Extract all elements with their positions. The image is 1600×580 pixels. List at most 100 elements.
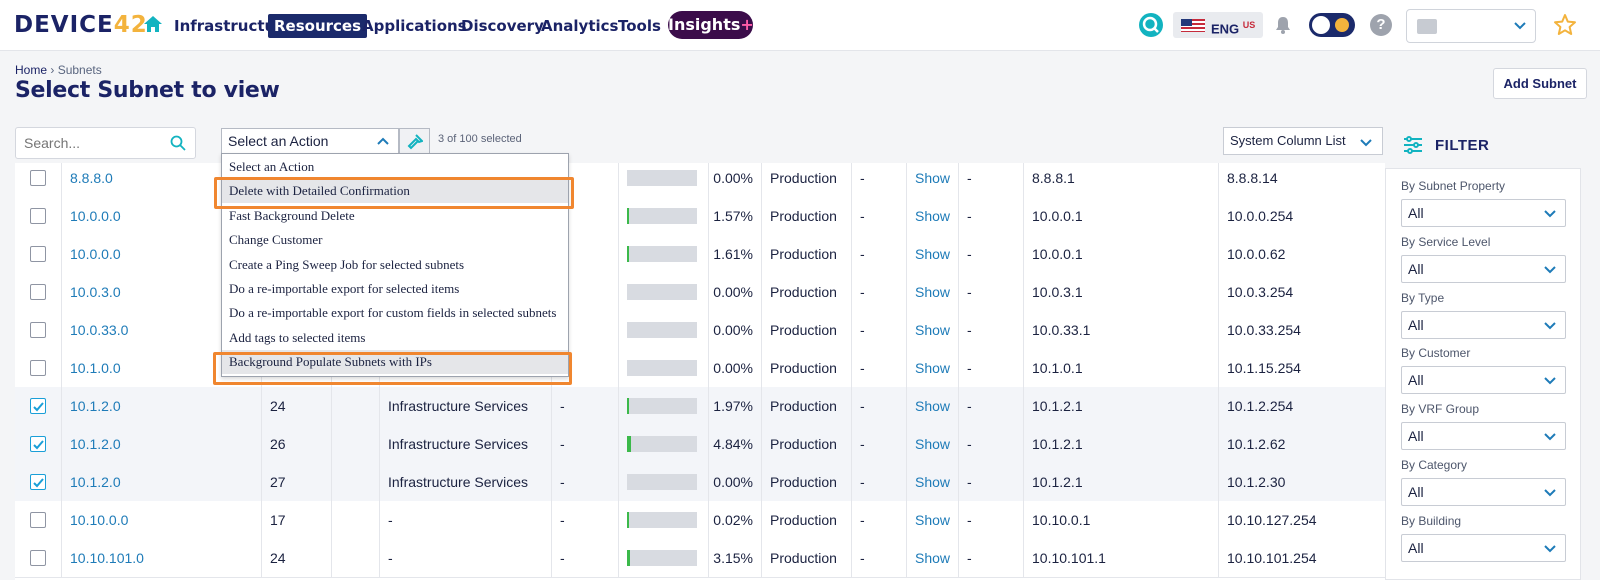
filter-select[interactable]: All	[1401, 478, 1566, 506]
cell-network-text[interactable]: 10.0.0.0	[70, 246, 121, 262]
cell-show-text[interactable]: Show	[915, 170, 950, 186]
sun-icon	[1335, 18, 1349, 32]
cell-service-text: -	[388, 550, 393, 566]
device42-logo[interactable]: DEVICE42	[14, 12, 148, 38]
cell-network-text[interactable]: 10.1.0.0	[70, 360, 121, 376]
row-checkbox[interactable]	[30, 360, 46, 376]
cell-col11: -	[958, 349, 1023, 387]
cell-show-text[interactable]: Show	[915, 208, 950, 224]
cell-show-text[interactable]: Show	[915, 512, 950, 528]
cell-vrf-text: -	[560, 550, 565, 566]
cell-show: Show	[906, 163, 958, 197]
cell-show: Show	[906, 539, 958, 577]
cell-show: Show	[906, 425, 958, 463]
cell-show-text[interactable]: Show	[915, 436, 950, 452]
cell-network: 10.10.101.0	[61, 539, 261, 577]
action-menu-item[interactable]: Change Customer	[222, 228, 568, 252]
cell-pct-text: 0.02%	[713, 512, 753, 528]
language-selector[interactable]: ENG US	[1173, 12, 1263, 38]
cell-show-text[interactable]: Show	[915, 246, 950, 262]
row-checkbox[interactable]	[30, 550, 46, 566]
cell-service: Infrastructure Services	[379, 425, 551, 463]
row-checkbox[interactable]	[30, 246, 46, 262]
row-checkbox-checked[interactable]	[30, 436, 46, 452]
cell-mask-text: 24	[270, 398, 286, 414]
cell-network-text[interactable]: 10.0.0.0	[70, 208, 121, 224]
cell-network-text[interactable]: 10.1.2.0	[70, 474, 121, 490]
action-menu-item[interactable]: Add tags to selected items	[222, 326, 568, 350]
cell-checkbox	[15, 463, 61, 501]
cell-bar	[618, 463, 708, 501]
cell-col11-text: -	[967, 512, 972, 528]
home-icon[interactable]	[143, 15, 163, 33]
cell-bar	[618, 163, 708, 197]
chevron-down-icon	[1514, 22, 1526, 30]
cell-network-text[interactable]: 8.8.8.0	[70, 170, 113, 186]
cell-blank	[331, 463, 379, 501]
action-select[interactable]: Select an Action	[221, 128, 399, 155]
run-action-button[interactable]	[399, 128, 430, 155]
cell-network-text[interactable]: 10.1.2.0	[70, 398, 121, 414]
insights-button[interactable]: Insights+	[668, 11, 754, 39]
theme-toggle[interactable]	[1309, 13, 1355, 37]
cell-mask-text: 26	[270, 436, 286, 452]
search-input[interactable]	[15, 127, 196, 159]
row-checkbox[interactable]	[30, 322, 46, 338]
help-icon[interactable]: ?	[1370, 14, 1392, 36]
utilization-bar-fill	[627, 512, 629, 528]
cell-show-text[interactable]: Show	[915, 550, 950, 566]
cell-show-text[interactable]: Show	[915, 360, 950, 376]
favorite-star-icon[interactable]	[1553, 13, 1577, 37]
tenant-selector[interactable]	[1406, 9, 1536, 43]
cell-show-text[interactable]: Show	[915, 322, 950, 338]
global-search-icon[interactable]	[1139, 13, 1163, 37]
cell-network-text[interactable]: 10.1.2.0	[70, 436, 121, 452]
filter-select[interactable]: All	[1401, 422, 1566, 451]
cell-bar	[618, 235, 708, 273]
nav-resources[interactable]: Resources	[268, 14, 368, 38]
action-menu-item[interactable]: Do a re-importable export for selected i…	[222, 277, 568, 301]
filter-select[interactable]: All	[1401, 366, 1566, 395]
row-checkbox[interactable]	[30, 170, 46, 186]
column-list-select[interactable]: System Column List	[1223, 127, 1383, 155]
cell-show-text[interactable]: Show	[915, 398, 950, 414]
filter-select[interactable]: All	[1401, 533, 1566, 562]
utilization-bar-fill	[627, 436, 631, 452]
cell-network-text[interactable]: 10.0.3.0	[70, 284, 121, 300]
row-checkbox[interactable]	[30, 208, 46, 224]
row-checkbox[interactable]	[30, 284, 46, 300]
action-menu-item[interactable]: Do a re-importable export for custom fie…	[222, 301, 568, 325]
cell-last_ip-text: 10.0.0.254	[1227, 208, 1294, 224]
filter-select[interactable]: All	[1401, 310, 1566, 339]
filter-label: By Type	[1401, 290, 1445, 305]
row-checkbox-checked[interactable]	[30, 398, 46, 414]
cell-col9-text: -	[860, 284, 865, 300]
cell-show-text[interactable]: Show	[915, 474, 950, 490]
cell-col11-text: -	[967, 284, 972, 300]
cell-network-text[interactable]: 10.0.33.0	[70, 322, 128, 338]
cell-network-text[interactable]: 10.10.0.0	[70, 512, 128, 528]
filter-select[interactable]: All	[1401, 199, 1566, 227]
row-checkbox-checked[interactable]	[30, 474, 46, 490]
search-icon[interactable]	[170, 135, 186, 151]
filter-select[interactable]: All	[1401, 254, 1566, 283]
cell-last_ip: 10.0.3.254	[1218, 273, 1385, 311]
action-menu-item[interactable]: Fast Background Delete	[222, 204, 568, 228]
cell-show-text[interactable]: Show	[915, 284, 950, 300]
cell-mask: 26	[261, 425, 331, 463]
action-menu-item[interactable]: Select an Action	[222, 155, 568, 179]
cell-env: Production	[761, 387, 851, 425]
row-checkbox[interactable]	[30, 512, 46, 528]
filter-header[interactable]: FILTER	[1403, 133, 1583, 159]
action-menu-item[interactable]: Background Populate Subnets with IPs	[222, 350, 568, 375]
nav-tools[interactable]: Tools	[612, 14, 667, 38]
bell-icon[interactable]	[1273, 15, 1293, 35]
action-menu-item[interactable]: Create a Ping Sweep Job for selected sub…	[222, 253, 568, 277]
add-subnet-button[interactable]: Add Subnet	[1493, 68, 1587, 99]
action-menu-item[interactable]: Delete with Detailed Confirmation	[222, 179, 568, 204]
filter-select-value: All	[1408, 372, 1424, 389]
cell-network-text[interactable]: 10.10.101.0	[70, 550, 144, 566]
cell-col11: -	[958, 387, 1023, 425]
cell-first_ip-text: 10.1.2.1	[1032, 474, 1083, 490]
breadcrumb-home[interactable]: Home	[15, 63, 47, 77]
